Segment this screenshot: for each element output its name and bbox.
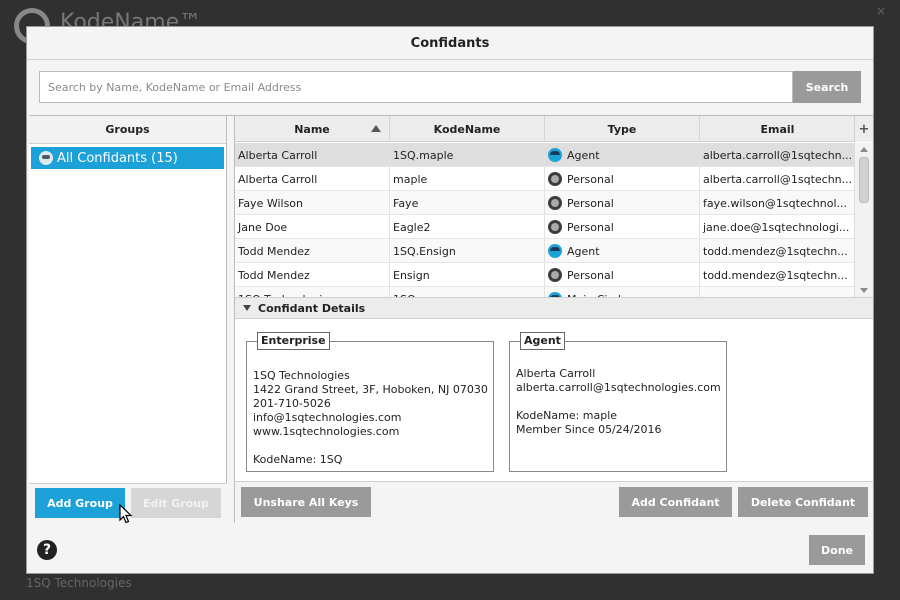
- cell-name: Todd Mendez: [235, 263, 390, 287]
- table-row[interactable]: Todd Mendez 1SQ.Ensign Agent todd.mendez…: [235, 239, 855, 263]
- cell-type: Personal: [545, 263, 700, 287]
- scroll-up-icon[interactable]: [860, 147, 868, 152]
- enterprise-card-title: Enterprise: [257, 332, 330, 350]
- search-input[interactable]: [39, 71, 793, 103]
- table-header: Name KodeName Type Email: [235, 116, 855, 142]
- agent-icon: [548, 148, 562, 162]
- cell-name: Alberta Carroll: [235, 167, 390, 191]
- cell-email: jane.doe@1sqtechnologi...: [703, 220, 850, 234]
- agent-kodename: KodeName: maple: [516, 409, 618, 422]
- enterprise-address: 1422 Grand Street, 3F, Hoboken, NJ 07030: [253, 383, 488, 396]
- collapse-triangle-icon: [243, 305, 251, 311]
- scroll-down-icon[interactable]: [860, 288, 868, 293]
- cell-kodename: Ensign: [390, 263, 545, 287]
- confidant-details-panel: Enterprise 1SQ Technologies 1422 Grand S…: [234, 319, 873, 481]
- table-body: Alberta Carroll 1SQ.maple Agent alberta.…: [235, 143, 855, 297]
- cell-type: Agent: [545, 143, 700, 167]
- table-row[interactable]: Jane Doe Eagle2 Personal jane.doe@1sqtec…: [235, 215, 855, 239]
- cell-kodename: 1SQ.maple: [390, 143, 545, 167]
- scroll-thumb[interactable]: [859, 157, 869, 203]
- cell-email: todd.mendez@1sqtechn...: [703, 244, 848, 258]
- group-icon: [39, 151, 53, 165]
- cell-type: Agent: [545, 239, 700, 263]
- enterprise-kodename: KodeName: 1SQ: [253, 453, 343, 466]
- groups-header: Groups: [29, 116, 226, 144]
- table-scrollbar[interactable]: [854, 143, 873, 297]
- add-group-button[interactable]: Add Group: [35, 488, 125, 518]
- cell-name: Alberta Carroll: [235, 143, 390, 167]
- enterprise-company: 1SQ Technologies: [253, 369, 350, 382]
- cell-name: Jane Doe: [235, 215, 390, 239]
- enterprise-email: info@1sqtechnologies.com: [253, 411, 402, 424]
- column-header-email[interactable]: Email: [700, 116, 855, 142]
- cell-type: Personal: [545, 167, 700, 191]
- personal-icon: [548, 196, 562, 210]
- cell-email: faye.wilson@1sqtechnol...: [703, 196, 847, 210]
- cell-email: todd.mendez@1sqtechn...: [703, 268, 848, 282]
- sort-ascending-icon: [371, 125, 381, 132]
- table-row[interactable]: Todd Mendez Ensign Personal todd.mendez@…: [235, 263, 855, 287]
- cell-kodename: 1SQ.Ensign: [390, 239, 545, 263]
- personal-icon: [548, 220, 562, 234]
- column-header-name[interactable]: Name: [235, 116, 390, 142]
- table-row[interactable]: Alberta Carroll 1SQ.maple Agent alberta.…: [235, 143, 855, 167]
- confidant-actions-bar: Unshare All Keys Add Confidant Delete Co…: [234, 481, 873, 523]
- table-row[interactable]: Faye Wilson Faye Personal faye.wilson@1s…: [235, 191, 855, 215]
- table-row[interactable]: 1SQ Technologies 1SQ Main Circle: [235, 287, 855, 297]
- app-footer-text: 1SQ Technologies: [26, 576, 132, 590]
- groups-panel: Groups All Confidants (15) Add Group Edi…: [29, 116, 227, 524]
- cell-email: alberta.carroll@1sqtechn...: [703, 172, 853, 186]
- agent-member-since: Member Since 05/24/2016: [516, 423, 662, 436]
- cell-type: Personal: [545, 215, 700, 239]
- cell-type: Main Circle: [545, 287, 700, 297]
- delete-confidant-button[interactable]: Delete Confidant: [738, 487, 868, 517]
- cell-kodename: Faye: [390, 191, 545, 215]
- dialog-title: Confidants: [27, 27, 873, 60]
- add-column-button[interactable]: +: [854, 116, 873, 142]
- table-row[interactable]: Alberta Carroll maple Personal alberta.c…: [235, 167, 855, 191]
- confidant-details-toggle[interactable]: Confidant Details: [234, 297, 873, 319]
- cell-kodename: maple: [390, 167, 545, 191]
- agent-icon: [548, 244, 562, 258]
- cell-name: Todd Mendez: [235, 239, 390, 263]
- group-item-all-confidants[interactable]: All Confidants (15): [31, 147, 224, 169]
- cell-email: [700, 287, 855, 297]
- cell-kodename: Eagle2: [390, 215, 545, 239]
- column-header-type[interactable]: Type: [545, 116, 700, 142]
- details-header-label: Confidant Details: [258, 301, 366, 315]
- close-icon[interactable]: ×: [876, 4, 886, 18]
- help-icon[interactable]: ?: [37, 540, 57, 560]
- enterprise-phone: 201-710-5026: [253, 397, 331, 410]
- agent-name: Alberta Carroll: [516, 367, 596, 380]
- search-bar: Search: [39, 71, 861, 103]
- cell-name: 1SQ Technologies: [235, 287, 390, 297]
- unshare-all-keys-button[interactable]: Unshare All Keys: [241, 487, 371, 517]
- cell-kodename: 1SQ: [390, 287, 545, 297]
- group-item-label: All Confidants (15): [57, 150, 178, 166]
- confidants-dialog: Confidants Search Groups All Confidants …: [26, 26, 874, 574]
- agent-email: alberta.carroll@1sqtechnologies.com: [516, 381, 721, 394]
- search-button[interactable]: Search: [793, 71, 861, 103]
- add-confidant-button[interactable]: Add Confidant: [619, 487, 732, 517]
- agent-card-title: Agent: [520, 332, 565, 350]
- done-button[interactable]: Done: [809, 535, 865, 565]
- column-header-kodename[interactable]: KodeName: [390, 116, 545, 142]
- groups-footer: Add Group Edit Group: [29, 483, 227, 524]
- cell-type: Personal: [545, 191, 700, 215]
- mouse-cursor-icon: [119, 504, 133, 524]
- content-area: Groups All Confidants (15) Add Group Edi…: [29, 115, 873, 524]
- personal-icon: [548, 268, 562, 282]
- cell-email: alberta.carroll@1sqtechn...: [703, 148, 853, 162]
- personal-icon: [548, 172, 562, 186]
- edit-group-button[interactable]: Edit Group: [131, 488, 221, 518]
- enterprise-card: Enterprise 1SQ Technologies 1422 Grand S…: [246, 332, 494, 472]
- cell-name: Faye Wilson: [235, 191, 390, 215]
- confidants-table: Name KodeName Type Email + Alberta Carro…: [234, 116, 873, 297]
- enterprise-website: www.1sqtechnologies.com: [253, 425, 400, 438]
- agent-card: Agent Alberta Carroll alberta.carroll@1s…: [509, 332, 727, 472]
